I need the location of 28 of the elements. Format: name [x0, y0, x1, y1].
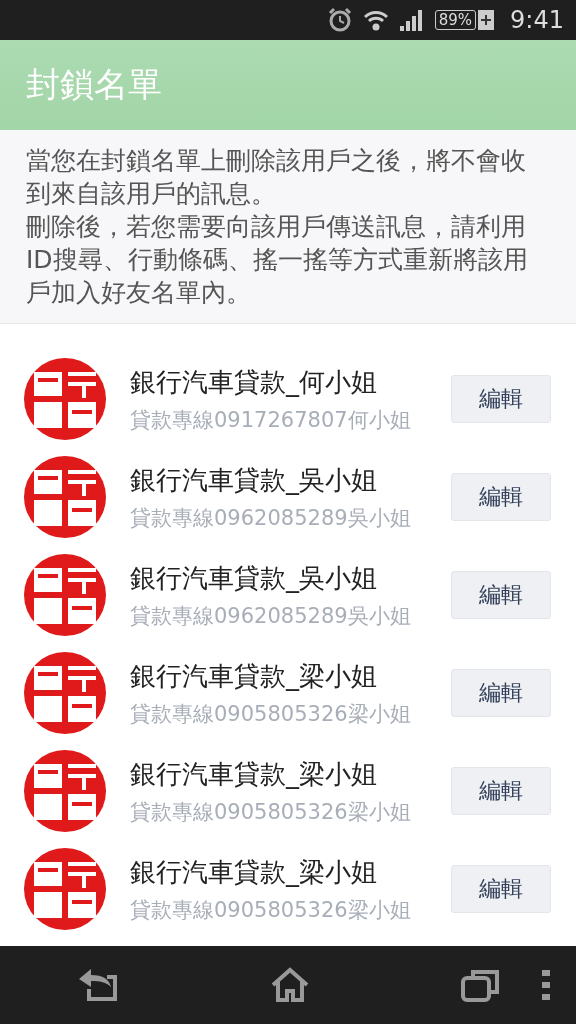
- overflow-menu-icon[interactable]: [542, 970, 550, 1000]
- contact-name: 銀行汽車貸款_梁小姐: [130, 659, 378, 693]
- contact-status: 貸款專線0962085289吳小姐: [130, 602, 412, 630]
- edit-button[interactable]: 編輯: [451, 571, 551, 619]
- edit-button[interactable]: 編輯: [451, 473, 551, 521]
- contact-name: 銀行汽車貸款_何小姐: [130, 365, 378, 399]
- alarm-icon: [326, 7, 353, 33]
- wifi-icon: [362, 8, 389, 32]
- recent-apps-icon[interactable]: [460, 968, 501, 1002]
- screen-title: 封鎖名單: [26, 63, 162, 106]
- edit-button[interactable]: 編輯: [451, 669, 551, 717]
- edit-button[interactable]: 編輯: [451, 375, 551, 423]
- signal-icon: [398, 8, 425, 32]
- contact-name: 銀行汽車貸款_梁小姐: [130, 757, 378, 791]
- contact-name: 銀行汽車貸款_吳小姐: [130, 561, 378, 595]
- contact-status: 貸款專線0905805326梁小姐: [130, 896, 412, 924]
- contact-name: 銀行汽車貸款_吳小姐: [130, 463, 378, 497]
- edit-button[interactable]: 編輯: [451, 767, 551, 815]
- edit-button[interactable]: 編輯: [451, 865, 551, 913]
- contact-status: 貸款專線0962085289吳小姐: [130, 504, 412, 532]
- battery-indicator: 89%: [434, 10, 477, 30]
- contact-status: 貸款專線0905805326梁小姐: [130, 798, 412, 826]
- clock: 9:41: [510, 6, 564, 34]
- contact-status: 貸款專線0917267807何小姐: [130, 406, 412, 434]
- contact-status: 貸款專線0905805326梁小姐: [130, 700, 412, 728]
- home-icon[interactable]: [270, 967, 310, 1003]
- contact-name: 銀行汽車貸款_梁小姐: [130, 855, 378, 889]
- notice-text: 當您在封鎖名單上刪除該用戶之後，將不會收到來自該用戶的訊息。 刪除後，若您需要向該用戶傳送訊息，請利用ID搜尋、行動條碼、搖一搖等方式重新將該用戶加入好友名單內。: [26, 145, 529, 309]
